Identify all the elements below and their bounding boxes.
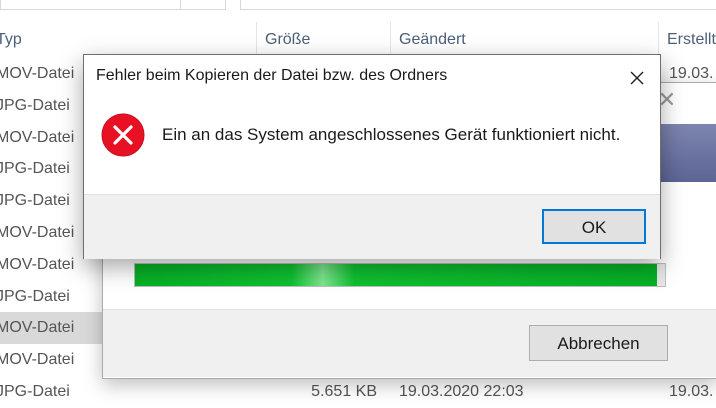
file-type-cell: JPG-Datei [0, 383, 70, 400]
explorer-toolbar [0, 0, 716, 10]
file-type-cell: MOV-Datei [0, 319, 75, 337]
dialog-title: Fehler beim Kopieren der Datei bzw. des … [96, 67, 448, 84]
file-type-cell: JPG-Datei [0, 96, 70, 114]
error-message: Ein an das System angeschlossenes Gerät … [162, 125, 621, 144]
error-icon [101, 113, 145, 157]
search-box[interactable] [240, 0, 716, 10]
file-created-cell: 19.03. [669, 383, 714, 400]
column-header-size[interactable]: Größe [256, 22, 390, 58]
toolbar-section [0, 0, 182, 10]
file-modified-cell: 19.03.2020 22:03 [399, 383, 524, 400]
progress-bar-fill [135, 264, 658, 286]
file-type-cell: MOV-Datei [0, 351, 75, 369]
cancel-button[interactable]: Abbrechen [529, 325, 668, 361]
file-type-cell: MOV-Datei [0, 65, 75, 82]
error-dialog: Fehler beim Kopieren der Datei bzw. des … [83, 54, 661, 259]
file-type-cell: MOV-Datei [0, 224, 75, 241]
copy-progress-bar [134, 263, 666, 287]
file-type-cell: MOV-Datei [0, 255, 75, 273]
transfer-speed-graph [660, 124, 716, 182]
column-header-modified[interactable]: Geändert [390, 22, 658, 58]
column-header-type[interactable]: Typ [0, 22, 252, 58]
close-icon[interactable] [620, 61, 654, 95]
file-size-cell: 5.651 KB [311, 383, 377, 400]
file-type-cell: JPG-Datei [0, 287, 70, 305]
toolbar-section [180, 0, 226, 10]
file-type-cell: JPG-Datei [0, 160, 70, 178]
file-type-cell: JPG-Datei [0, 192, 70, 210]
column-header-created[interactable]: Erstellt [658, 22, 716, 58]
ok-button[interactable]: OK [542, 209, 646, 244]
file-type-cell: MOV-Datei [0, 128, 75, 146]
file-row[interactable]: JPG-Datei 5.651 KB 19.03.2020 22:03 19.03. [0, 376, 716, 408]
